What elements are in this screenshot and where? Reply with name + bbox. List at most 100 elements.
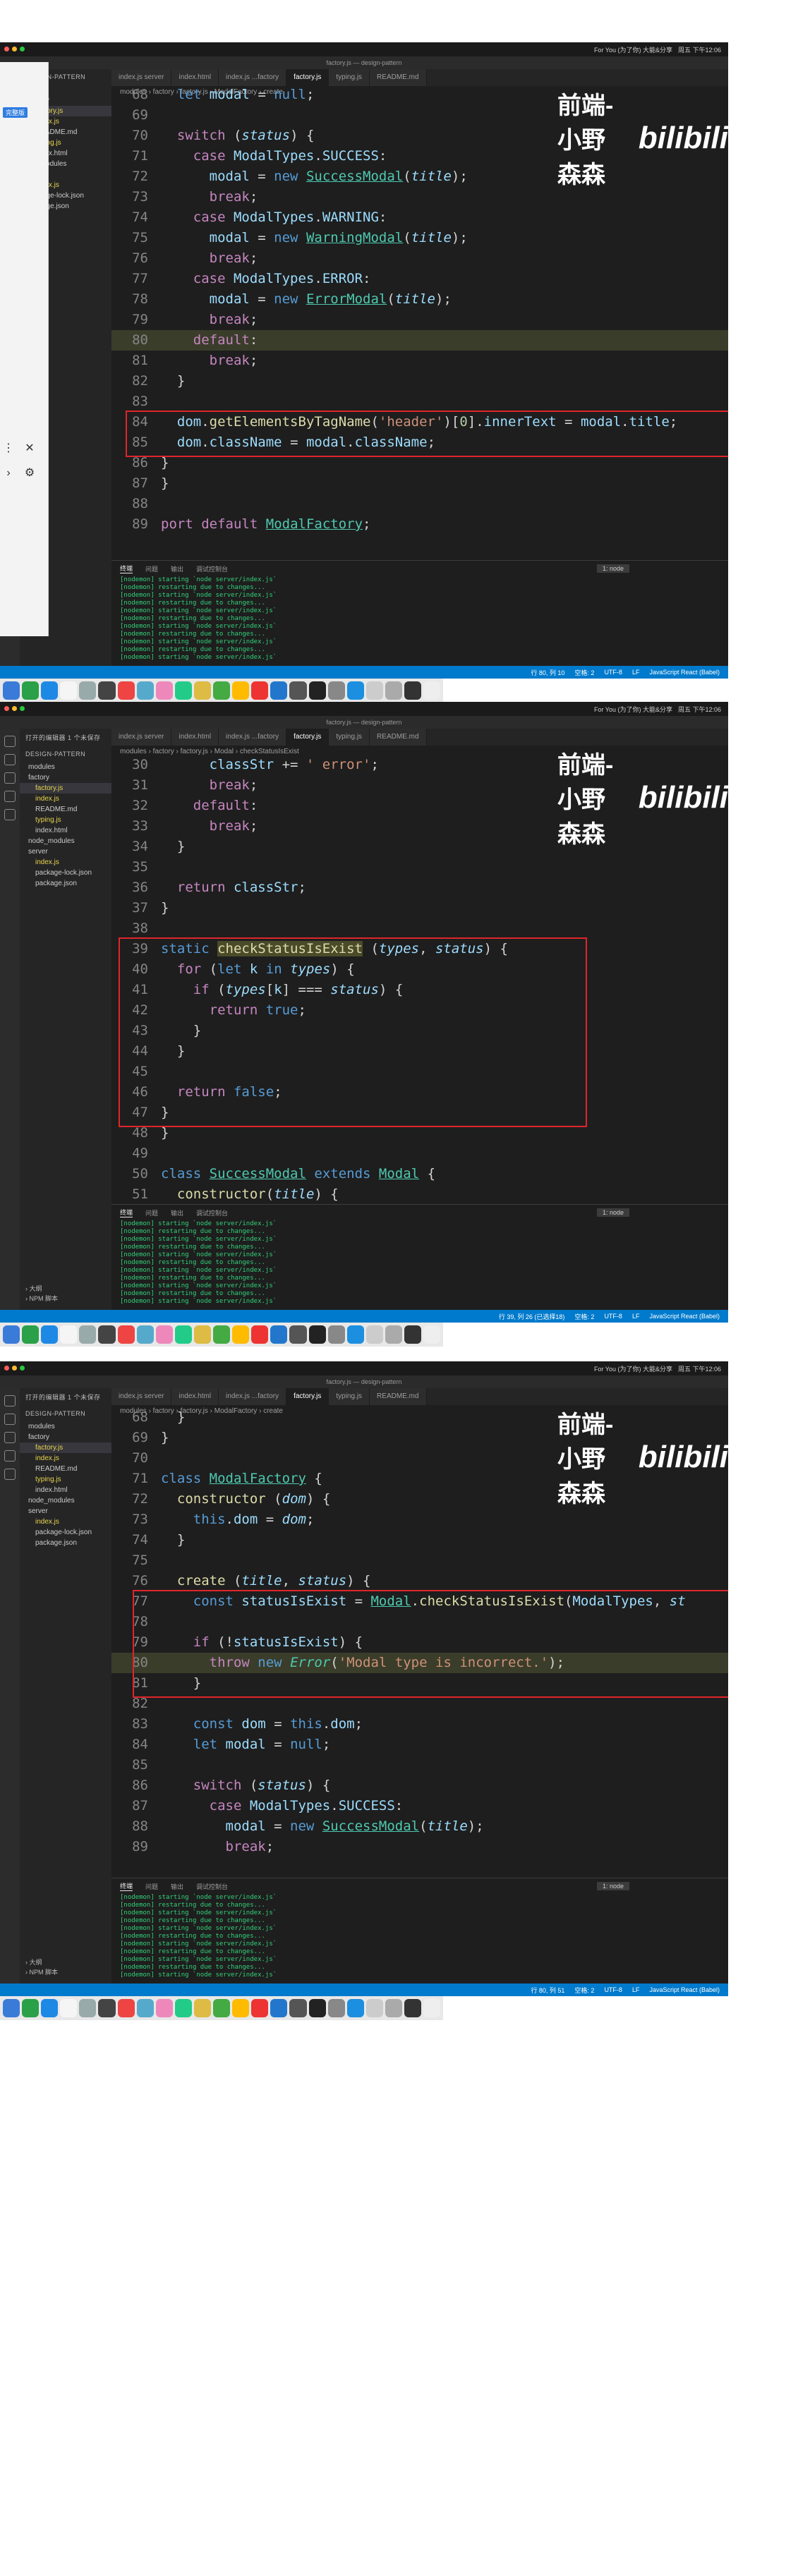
editor-tab[interactable]: index.js ...factory (219, 69, 287, 86)
sidebar-item[interactable]: index.html (20, 825, 111, 836)
dock-app-icon[interactable] (251, 681, 269, 700)
dock-app-icon[interactable] (289, 1325, 307, 1344)
gear-icon[interactable]: ⚙ (21, 468, 38, 479)
sidebar-item[interactable]: server (20, 1506, 111, 1517)
sidebar-item[interactable]: README.md (20, 804, 111, 815)
editor-tab[interactable]: typing.js (329, 69, 370, 86)
close-icon[interactable]: ✕ (21, 443, 38, 454)
dock-app-icon[interactable] (3, 681, 20, 700)
debug-icon[interactable] (4, 1450, 16, 1462)
dock-app-icon[interactable] (308, 1325, 326, 1344)
editor-tab[interactable]: index.js server (111, 729, 172, 746)
status-item[interactable]: LF (632, 669, 640, 676)
dock-app-icon[interactable] (251, 1999, 269, 2017)
project-header[interactable]: DESIGN-PATTERN (20, 1406, 111, 1421)
terminal-select[interactable]: 1: node (596, 564, 629, 573)
close-icon[interactable] (4, 47, 9, 51)
sidebar-item[interactable]: factory (20, 772, 111, 783)
explorer-icon[interactable] (4, 736, 16, 747)
terminal-tab[interactable]: 终端 (120, 1881, 133, 1891)
dock-app-icon[interactable] (193, 1999, 212, 2017)
sidebar-item[interactable]: index.html (20, 1485, 111, 1495)
editor-tab[interactable]: index.js ...factory (219, 1388, 287, 1405)
dock-app-icon[interactable] (251, 1325, 269, 1344)
dock-app-icon[interactable] (3, 1325, 20, 1344)
editor-tab[interactable]: factory.js (286, 1388, 329, 1405)
dock-app-icon[interactable] (327, 1999, 345, 2017)
terminal-tab[interactable]: 终端 (120, 1208, 133, 1217)
terminal-tab[interactable]: 问题 (145, 564, 158, 573)
dock-app-icon[interactable] (423, 1325, 441, 1344)
dock-app-icon[interactable] (365, 1999, 383, 2017)
dock-app-icon[interactable] (79, 1999, 97, 2017)
dock-app-icon[interactable] (98, 1999, 116, 2017)
editor-tab[interactable]: typing.js (329, 729, 370, 746)
open-editors-header[interactable]: 打开的编辑器 1 个未保存 (20, 1388, 111, 1406)
dock-app-icon[interactable] (117, 1325, 135, 1344)
dock-app-icon[interactable] (385, 1999, 402, 2017)
sidebar-item[interactable]: node_modules (20, 1495, 111, 1506)
dock-app-icon[interactable] (117, 681, 135, 700)
dock-app-icon[interactable] (213, 1325, 231, 1344)
status-item[interactable]: UTF-8 (604, 669, 622, 676)
dock-app-icon[interactable] (346, 681, 364, 700)
dock-app-icon[interactable] (3, 1999, 20, 2017)
open-editors-header[interactable]: 打开的编辑器 1 个未保存 (20, 729, 111, 746)
explorer-icon[interactable] (4, 1395, 16, 1407)
dock-app-icon[interactable] (213, 681, 231, 700)
status-item[interactable]: 空格: 2 (574, 668, 594, 677)
dock-app-icon[interactable] (155, 1325, 173, 1344)
dock-app-icon[interactable] (423, 1999, 441, 2017)
close-icon[interactable] (4, 1366, 9, 1371)
sidebar-item[interactable]: factory.js (20, 1442, 111, 1453)
sidebar-item[interactable]: factory (20, 1432, 111, 1442)
dock-app-icon[interactable] (98, 681, 116, 700)
dock-app-icon[interactable] (41, 1999, 59, 2017)
sidebar-item[interactable]: README.md (20, 1464, 111, 1474)
dock-app-icon[interactable] (270, 681, 288, 700)
editor-tab[interactable]: factory.js (286, 69, 329, 86)
dock-app-icon[interactable] (270, 1325, 288, 1344)
dock-app-icon[interactable] (60, 1325, 78, 1344)
dock-app-icon[interactable] (98, 1325, 116, 1344)
close-icon[interactable] (4, 706, 9, 711)
sidebar-item[interactable]: typing.js (20, 815, 111, 825)
dock-app-icon[interactable] (270, 1999, 288, 2017)
dock-app-icon[interactable] (136, 681, 154, 700)
status-item[interactable]: LF (632, 1986, 640, 1993)
full-version-button[interactable]: 完整版 (3, 107, 28, 118)
dock-app-icon[interactable] (404, 681, 422, 700)
dock-app-icon[interactable] (174, 681, 192, 700)
dock-app-icon[interactable] (60, 681, 78, 700)
dock-app-icon[interactable] (232, 1999, 250, 2017)
editor-tab[interactable]: README.md (370, 69, 427, 86)
search-icon[interactable] (4, 754, 16, 765)
terminal-tab[interactable]: 问题 (145, 1882, 158, 1891)
sidebar-item[interactable]: modules (20, 762, 111, 772)
editor-tab[interactable]: index.html (171, 69, 219, 86)
terminal-tab[interactable]: 输出 (171, 1882, 183, 1891)
sidebar-item[interactable]: modules (20, 1421, 111, 1432)
dock-app-icon[interactable] (385, 1325, 402, 1344)
dock-app-icon[interactable] (174, 1999, 192, 2017)
sidebar-item[interactable]: package-lock.json (20, 1527, 111, 1538)
sidebar-item[interactable]: index.js (20, 1453, 111, 1464)
zoom-icon[interactable] (20, 1366, 25, 1371)
dock-app-icon[interactable] (41, 681, 59, 700)
minimize-icon[interactable] (12, 1366, 17, 1371)
dock-app-icon[interactable] (346, 1325, 364, 1344)
dock-app-icon[interactable] (136, 1325, 154, 1344)
more-icon[interactable]: ⋮ (0, 443, 17, 454)
dock-app-icon[interactable] (232, 681, 250, 700)
editor-tab[interactable]: index.js ...factory (219, 729, 287, 746)
dock-app-icon[interactable] (193, 1325, 212, 1344)
dock-app-icon[interactable] (136, 1999, 154, 2017)
sidebar-item[interactable]: factory.js (20, 783, 111, 794)
dock-app-icon[interactable] (60, 1999, 78, 2017)
sidebar-item[interactable]: typing.js (20, 1474, 111, 1485)
dock-app-icon[interactable] (79, 681, 97, 700)
status-item[interactable]: LF (632, 1313, 640, 1320)
editor-tab[interactable]: index.html (171, 1388, 219, 1405)
status-item[interactable]: 空格: 2 (574, 1986, 594, 1995)
chevron-icon[interactable]: › (0, 468, 17, 479)
